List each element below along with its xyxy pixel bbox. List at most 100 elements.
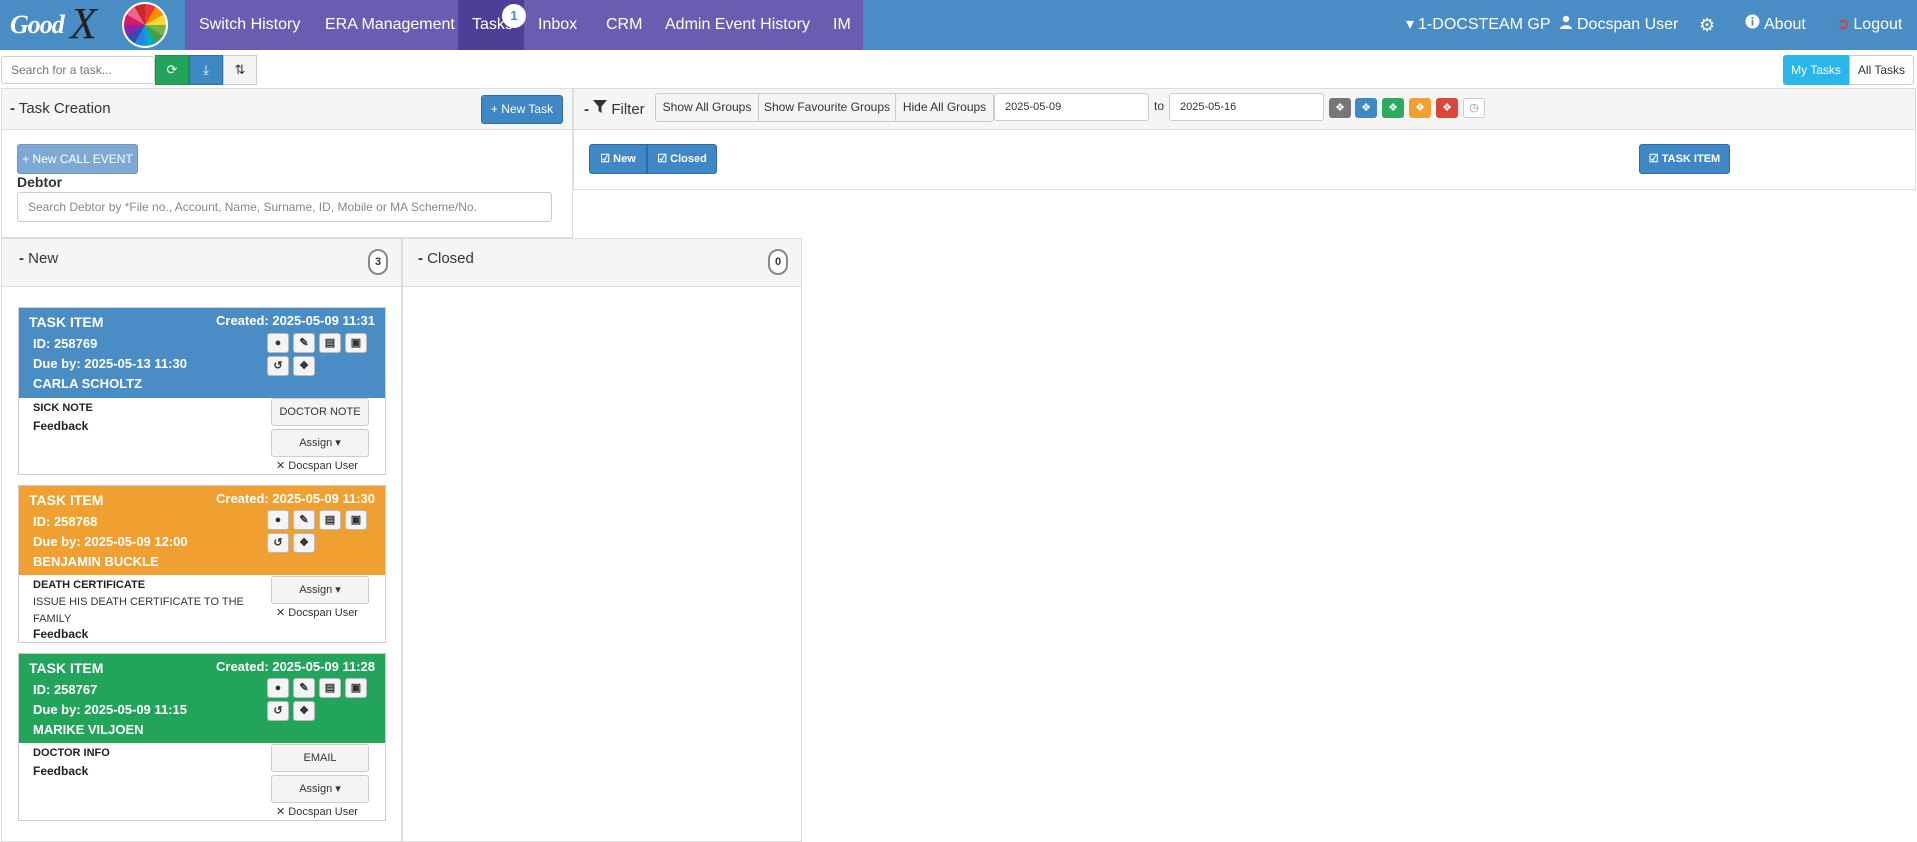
money-icon: ▤ (324, 682, 336, 694)
history-icon: ↺ (273, 360, 283, 372)
history-button[interactable]: ↺ (267, 701, 289, 721)
task-title: TASK ITEM (29, 660, 104, 676)
task-type: SICK NOTE (33, 402, 93, 414)
edit-button[interactable]: ✎ (293, 333, 315, 353)
nav-era-management[interactable]: ERA Management (311, 0, 469, 50)
tag-filter-grey[interactable]: ❖ (1329, 98, 1351, 118)
tag-icon: ❖ (1415, 102, 1425, 114)
task-created: Created: 2025-05-09 11:31 (216, 313, 375, 328)
refresh-button[interactable]: ⟳ (155, 55, 189, 85)
new-column-title[interactable]: - New (19, 250, 58, 267)
filter-icon (593, 100, 611, 118)
tag-filter-red[interactable]: ❖ (1436, 98, 1458, 118)
task-item-type-toggle[interactable]: ☑ TASK ITEM (1639, 144, 1730, 174)
task-id: ID: 258768 (33, 514, 98, 529)
settings-button[interactable]: ⚙ (1699, 0, 1715, 50)
refresh-icon: ⟳ (166, 62, 178, 77)
show-all-groups-button[interactable]: Show All Groups (655, 93, 759, 122)
assign-dropdown[interactable]: Assign ▾ (271, 429, 369, 457)
nav-admin-event-history[interactable]: Admin Event History (651, 0, 824, 50)
task-card[interactable]: TASK ITEM Created: 2025-05-09 11:28 ID: … (18, 653, 386, 821)
tag-icon: ❖ (299, 537, 309, 549)
date-to-input[interactable]: 2025-05-16 (1169, 93, 1324, 121)
tag-icon: ❖ (1335, 102, 1345, 114)
tag-filter-blue[interactable]: ❖ (1355, 98, 1377, 118)
task-card[interactable]: TASK ITEM Created: 2025-05-09 11:30 ID: … (18, 485, 386, 643)
logout-link[interactable]: ➲ Logout (1836, 0, 1902, 50)
practice-dropdown[interactable]: ▾ 1-DOCSTEAM GP (1406, 0, 1551, 50)
assign-dropdown[interactable]: Assign ▾ (271, 576, 369, 604)
edit-button[interactable]: ✎ (293, 510, 315, 530)
assigned-user[interactable]: ✕ Docspan User (276, 805, 358, 818)
nav-crm[interactable]: CRM (592, 0, 656, 50)
about-link[interactable]: About (1745, 0, 1806, 50)
user-name: Docspan User (1577, 16, 1679, 33)
tag-filter-orange[interactable]: ❖ (1409, 98, 1431, 118)
task-feedback: Feedback (33, 419, 89, 433)
task-due: Due by: 2025-05-13 11:30 (33, 356, 187, 371)
money-icon: ▤ (324, 514, 336, 526)
all-tasks-toggle[interactable]: All Tasks (1849, 55, 1914, 85)
tag-icon: ❖ (1361, 102, 1371, 114)
task-creation-title[interactable]: - Task Creation (10, 100, 111, 117)
history-button[interactable]: ↺ (267, 356, 289, 376)
my-tasks-toggle[interactable]: My Tasks (1783, 55, 1849, 85)
task-card-body: SICK NOTE Feedback DOCTOR NOTE Assign ▾ … (19, 398, 385, 476)
goodx-logo[interactable]: Good X (0, 0, 185, 50)
new-call-event-button[interactable]: + New CALL EVENT (17, 144, 138, 174)
hide-all-groups-button[interactable]: Hide All Groups (895, 93, 994, 122)
history-button[interactable]: ↺ (267, 533, 289, 553)
nav-tasks[interactable]: Tasks 1 (458, 0, 526, 50)
email-button[interactable]: EMAIL (271, 744, 369, 772)
sort-button[interactable]: ⇅ (223, 55, 257, 85)
date-from-input[interactable]: 2025-05-09 (994, 93, 1149, 121)
money-button[interactable]: ▤ (319, 333, 341, 353)
task-card[interactable]: TASK ITEM Created: 2025-05-09 11:31 ID: … (18, 307, 386, 475)
filter-title[interactable]: - Filter (584, 100, 645, 118)
closed-column-title[interactable]: - Closed (418, 250, 474, 267)
money-button[interactable]: ▤ (319, 510, 341, 530)
edit-button[interactable]: ✎ (293, 678, 315, 698)
status-new-toggle[interactable]: ☑ New (589, 144, 647, 174)
doctor-note-button[interactable]: DOCTOR NOTE (271, 398, 369, 426)
tag-button[interactable]: ❖ (293, 533, 315, 553)
date-to-label: to (1154, 99, 1165, 113)
assigned-user[interactable]: ✕ Docspan User (276, 606, 358, 619)
assigned-user[interactable]: ✕ Docspan User (276, 459, 358, 472)
briefcase-button[interactable]: ▣ (345, 333, 367, 353)
debtor-search-input[interactable]: Search Debtor by *File no., Account, Nam… (17, 192, 552, 222)
user-icon: ● (274, 337, 282, 349)
task-created: Created: 2025-05-09 11:30 (216, 491, 375, 506)
money-button[interactable]: ▤ (319, 678, 341, 698)
briefcase-button[interactable]: ▣ (345, 510, 367, 530)
show-favourite-groups-button[interactable]: Show Favourite Groups (758, 93, 896, 122)
briefcase-button[interactable]: ▣ (345, 678, 367, 698)
nav-im[interactable]: IM (819, 0, 865, 50)
tag-filter-green[interactable]: ❖ (1382, 98, 1404, 118)
status-closed-toggle[interactable]: ☑ Closed (647, 144, 717, 174)
checkbox-icon: ☑ (657, 153, 668, 165)
patient-button[interactable]: ● (267, 333, 289, 353)
main-nav: Switch History ERA Management Tasks 1 In… (185, 0, 863, 50)
new-task-button[interactable]: + New Task (481, 95, 563, 124)
edit-icon: ✎ (299, 514, 309, 526)
task-card-header: TASK ITEM Created: 2025-05-09 11:31 ID: … (19, 308, 385, 398)
nav-switch-history[interactable]: Switch History (185, 0, 314, 50)
patient-button[interactable]: ● (267, 510, 289, 530)
task-patient-name: BENJAMIN BUCKLE (33, 554, 159, 569)
task-created: Created: 2025-05-09 11:28 (216, 659, 375, 674)
money-icon: ▤ (324, 337, 336, 349)
history-filter-button[interactable]: ◷ (1463, 98, 1485, 118)
checkbox-icon: ☑ (1648, 153, 1659, 165)
patient-button[interactable]: ● (267, 678, 289, 698)
download-button[interactable]: ⤓ (189, 55, 223, 85)
tag-button[interactable]: ❖ (293, 701, 315, 721)
new-column-header: - New (2, 239, 401, 287)
assign-dropdown[interactable]: Assign ▾ (271, 775, 369, 803)
nav-inbox[interactable]: Inbox (524, 0, 591, 50)
user-menu[interactable]: Docspan User (1559, 0, 1678, 50)
task-search-input[interactable] (1, 56, 155, 84)
tag-button[interactable]: ❖ (293, 356, 315, 376)
user-icon (1559, 0, 1573, 50)
task-title: TASK ITEM (29, 314, 104, 330)
